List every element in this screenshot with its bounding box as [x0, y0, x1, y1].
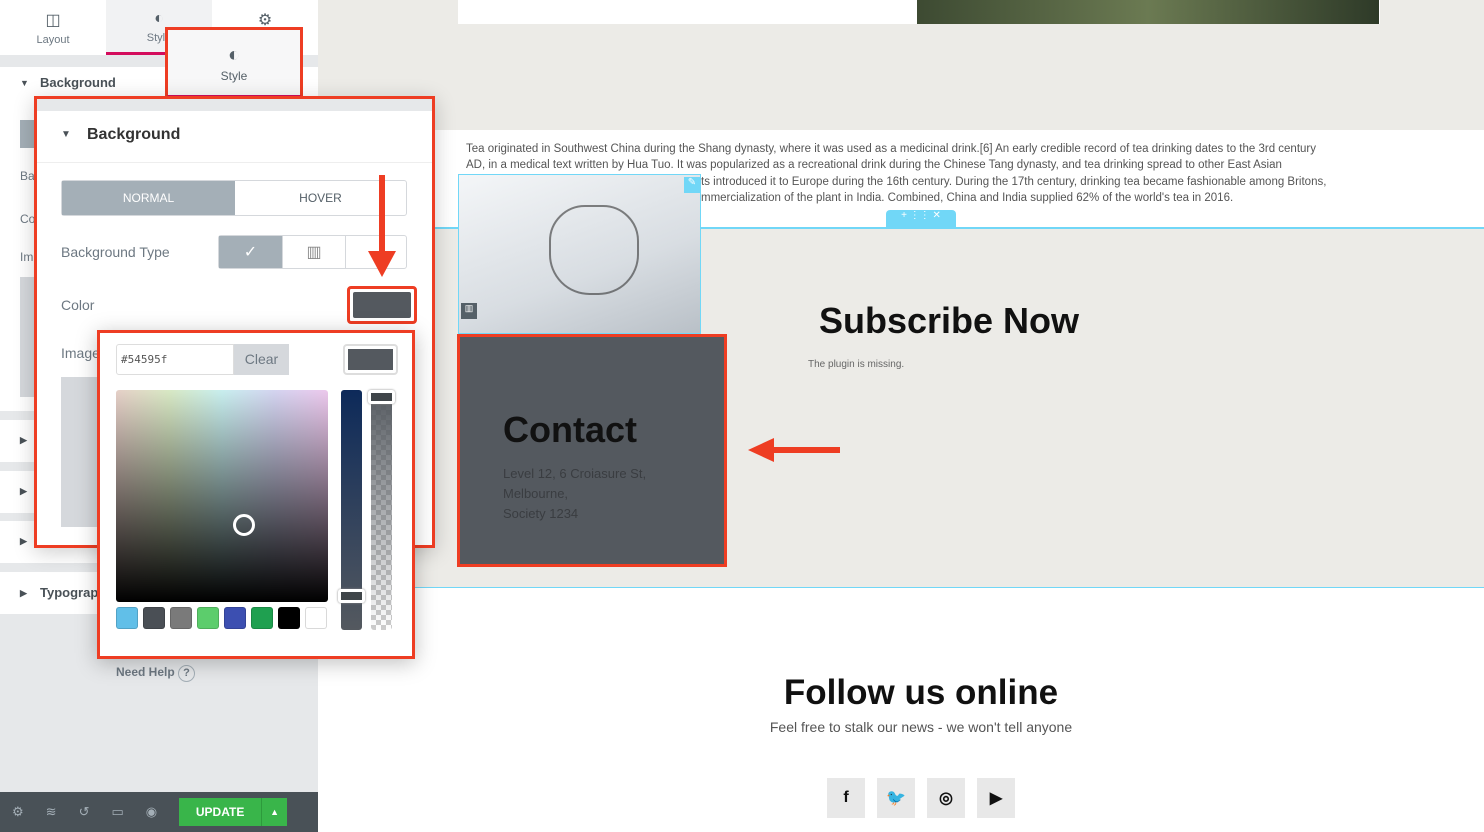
color-picker: #54595f Clear — [97, 330, 415, 659]
preview-fill — [348, 349, 393, 370]
background-header[interactable]: ▼ Background — [37, 111, 432, 163]
tab-normal[interactable]: NORMAL — [62, 181, 235, 215]
update-options-button[interactable]: ▲ — [261, 798, 288, 826]
color-swatch[interactable] — [278, 607, 300, 629]
color-swatch[interactable] — [197, 607, 219, 629]
panel-footer: ⚙ ≋ ↺ ▭ ◉ UPDATE ▲ — [0, 792, 318, 832]
color-swatch[interactable] — [116, 607, 138, 629]
section-title: Typograp — [40, 585, 99, 600]
top-image — [917, 0, 1379, 24]
address-line: Melbourne, — [503, 486, 569, 501]
layout-icon: ◫ — [45, 12, 61, 29]
caret-right-icon: ▶ — [20, 536, 27, 546]
divider — [37, 99, 432, 111]
caret-right-icon: ▶ — [20, 435, 27, 445]
address-line: Society 1234 — [503, 506, 579, 521]
update-button[interactable]: UPDATE — [179, 798, 262, 826]
need-help-label: Need Help — [116, 665, 175, 679]
color-preview — [343, 344, 398, 375]
column-handle-icon[interactable]: ▥ — [461, 303, 477, 319]
swatches — [116, 607, 332, 629]
edit-icon[interactable]: ✎ — [684, 177, 700, 193]
caret-down-icon: ▼ — [61, 129, 71, 140]
settings-icon[interactable]: ⚙ — [12, 804, 24, 820]
twitter-icon[interactable]: 🐦 — [877, 778, 915, 818]
image-label: Image — [61, 345, 100, 361]
caret-right-icon: ▶ — [20, 588, 27, 598]
current-color — [353, 292, 411, 318]
background-title: Background — [87, 126, 181, 143]
alpha-handle[interactable] — [368, 390, 395, 404]
color-swatch[interactable] — [170, 607, 192, 629]
section-title: Background — [40, 75, 116, 90]
contact-box[interactable]: Contact Level 12, 6 Croiasure St, Melbou… — [457, 334, 727, 567]
follow-subtitle: Feel free to stalk our news - we won't t… — [769, 719, 1073, 735]
label-fragment: Ba — [20, 169, 35, 183]
need-help-link[interactable]: Need Help ? — [116, 665, 196, 682]
color-swatch[interactable] — [305, 607, 327, 629]
instagram-icon[interactable]: ◎ — [927, 778, 965, 818]
image-preview[interactable] — [61, 377, 101, 527]
history-icon[interactable]: ↺ — [79, 804, 90, 820]
contrast-icon: ◐ — [227, 44, 241, 66]
style-tab-callout[interactable]: ◐ Style — [165, 27, 303, 98]
youtube-icon[interactable]: ▶ — [977, 778, 1015, 818]
color-swatch[interactable] — [251, 607, 273, 629]
subscribe-title: Subscribe Now — [819, 300, 1080, 341]
page-canvas: Tea originated in Southwest China during… — [318, 0, 1484, 832]
caret-right-icon: ▶ — [20, 486, 27, 496]
color-swatch[interactable] — [224, 607, 246, 629]
paragraph-line: AD, in a medical text written by Hua Tuo… — [466, 159, 1282, 172]
help-icon: ? — [178, 665, 196, 682]
caret-down-icon: ▼ — [20, 78, 29, 88]
color-handle[interactable] — [233, 514, 255, 536]
address-line: Level 12, 6 Croiasure St, — [503, 466, 647, 481]
color-label: Color — [61, 297, 95, 313]
label-fragment: Im — [20, 250, 34, 264]
arrow-down-annotation — [379, 175, 385, 255]
contrast-icon: ◐ — [154, 10, 164, 27]
tea-image[interactable]: ✎ ▥ — [458, 174, 701, 334]
gradient-icon[interactable]: ▥ — [282, 236, 345, 268]
background-type-label: Background Type — [61, 244, 170, 260]
style-tab-label: Style — [220, 69, 248, 83]
facebook-icon[interactable]: f — [827, 778, 865, 818]
basket-shape — [549, 205, 639, 295]
plugin-missing-text: The plugin is missing. — [808, 359, 905, 370]
color-swatch-button[interactable] — [347, 286, 417, 324]
follow-title: Follow us online — [783, 673, 1059, 712]
hue-slider[interactable] — [338, 390, 365, 630]
state-tabs: NORMAL HOVER — [61, 180, 407, 216]
contact-address: Level 12, 6 Croiasure St, Melbourne, Soc… — [503, 464, 646, 524]
section-handle[interactable]: + ⋮⋮ ✕ — [886, 210, 956, 227]
social-icons: f 🐦 ◎ ▶ — [827, 778, 1015, 818]
clear-button[interactable]: Clear — [234, 344, 289, 375]
hex-input[interactable]: #54595f — [116, 344, 234, 375]
alpha-slider[interactable] — [368, 390, 395, 630]
navigator-icon[interactable]: ≋ — [46, 804, 57, 820]
paragraph-line: Tea originated in Southwest China during… — [466, 143, 1316, 155]
saturation-area[interactable] — [116, 390, 328, 602]
contact-title: Contact — [503, 409, 637, 450]
preview-icon[interactable]: ◉ — [146, 804, 157, 820]
hue-handle[interactable] — [338, 589, 365, 603]
responsive-icon[interactable]: ▭ — [111, 804, 123, 820]
tab-layout[interactable]: ◫ Layout — [0, 0, 106, 55]
color-swatch[interactable] — [143, 607, 165, 629]
arrow-head — [368, 251, 396, 277]
arrow-left-annotation — [748, 438, 840, 462]
classic-brush-icon[interactable]: ✓ — [219, 236, 282, 268]
tab-label: Layout — [36, 34, 70, 46]
